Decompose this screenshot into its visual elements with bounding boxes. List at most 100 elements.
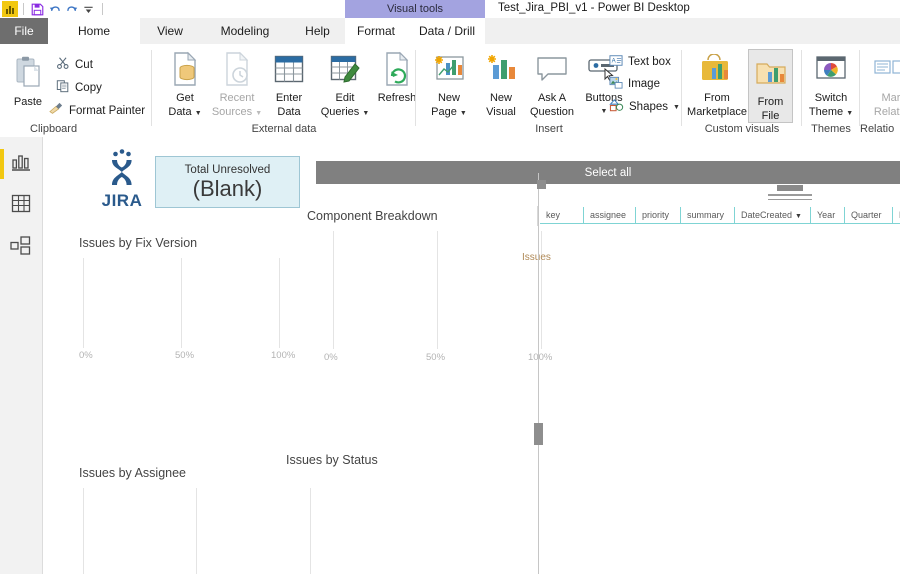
table-header-row: key assignee priority summary DateCreate…: [540, 206, 900, 224]
relationships-icon: [864, 48, 900, 90]
group-label-clipboard: Clipboard: [30, 123, 78, 135]
new-page-button[interactable]: New Page ▼: [422, 48, 476, 120]
ask-a-question-label-1: Ask A: [537, 92, 567, 104]
copy-button[interactable]: Copy: [56, 79, 102, 96]
table-column-datecreated[interactable]: DateCreated ▼: [735, 207, 811, 224]
group-label-insert: Insert: [535, 123, 563, 135]
new-visual-button[interactable]: New Visual: [474, 48, 528, 118]
table-column-quarter[interactable]: Quarter: [845, 207, 893, 224]
get-data-button[interactable]: Get Data ▼: [158, 48, 212, 120]
tab-view[interactable]: View: [140, 18, 200, 44]
table-grid-icon: [11, 194, 31, 218]
image-button[interactable]: Image: [609, 76, 660, 92]
new-visual-label-2: Visual: [486, 106, 516, 118]
from-file-button[interactable]: From File: [748, 49, 793, 123]
table-column-assignee[interactable]: assignee: [584, 207, 636, 224]
text-box-label: Text box: [628, 56, 671, 68]
group-label-external-data: External data: [251, 123, 317, 135]
recent-sources-button[interactable]: Recent Sources ▼: [210, 48, 264, 120]
cut-button[interactable]: Cut: [56, 56, 93, 73]
from-file-label-2: File: [761, 110, 780, 122]
sort-descending-icon[interactable]: ▼: [795, 213, 802, 220]
customize-toolbar-icon[interactable]: [80, 1, 97, 18]
manage-relationships-button[interactable]: Mar Relatio: [864, 48, 900, 118]
table-header-tab: [777, 185, 803, 191]
issues-table-visual[interactable]: key assignee priority summary DateCreate…: [537, 185, 900, 574]
marketplace-bag-icon: [686, 48, 748, 90]
paste-button[interactable]: Paste: [4, 52, 52, 108]
title-bar: Visual tools Test_Jira_PBI_v1 - Power BI…: [0, 0, 900, 18]
speech-bubble-icon: [522, 48, 582, 90]
jira-wordmark: JIRA: [101, 191, 143, 210]
window-title: Test_Jira_PBI_v1 - Power BI Desktop: [498, 2, 690, 14]
component-breakdown-chart[interactable]: Component Breakdown 0% 50% 100% Issues: [307, 209, 552, 369]
switch-theme-label-1: Switch: [814, 92, 848, 104]
ribbon-group-custom-visuals: From Marketplace From File Custom visual…: [682, 44, 802, 137]
table-column-summary[interactable]: summary: [681, 207, 735, 224]
tab-home[interactable]: Home: [48, 18, 140, 44]
issues-by-status-chart[interactable]: Issues by Status: [286, 453, 486, 573]
ask-a-question-label-2: Question: [529, 106, 575, 118]
plot-area: [309, 231, 542, 349]
tab-help[interactable]: Help: [290, 18, 345, 44]
switch-theme-button[interactable]: Switch Theme ▼: [804, 48, 858, 120]
image-icon: [609, 76, 623, 92]
table-column-month[interactable]: Month: [893, 207, 900, 224]
ribbon-group-relationships: Mar Relatio Relatio: [860, 44, 900, 137]
text-box-button[interactable]: A Text box: [609, 54, 671, 70]
tab-format[interactable]: Format: [345, 18, 407, 44]
tab-modeling[interactable]: Modeling: [200, 18, 290, 44]
group-label-custom-visuals: Custom visuals: [704, 123, 780, 135]
database-page-icon: [158, 48, 212, 90]
shapes-button[interactable]: Shapes ▼: [609, 99, 680, 115]
clock-page-icon: [210, 48, 264, 90]
save-icon[interactable]: [29, 1, 46, 18]
ribbon: Paste Cut Copy Format Painter Clipboard …: [0, 44, 900, 138]
gridline: [83, 258, 84, 348]
chevron-down-icon: ▼: [673, 103, 680, 111]
redo-icon[interactable]: [63, 1, 80, 18]
get-data-label-2: Data: [168, 106, 192, 118]
gridline: [279, 258, 280, 348]
table-column-priority[interactable]: priority: [636, 207, 681, 224]
group-label-relationships: Relatio: [860, 123, 895, 135]
new-visual-icon: [474, 48, 528, 90]
manage-relationships-label-1: Mar: [881, 92, 900, 104]
cut-label: Cut: [75, 58, 93, 71]
powerbi-logo-icon: [2, 1, 18, 17]
divider: [537, 206, 538, 226]
total-unresolved-card[interactable]: Total Unresolved (Blank): [155, 156, 300, 208]
folder-visual-icon: [749, 52, 792, 94]
power-bi-desktop-window: Visual tools Test_Jira_PBI_v1 - Power BI…: [0, 0, 900, 574]
edit-queries-label-1: Edit: [335, 92, 355, 104]
paintbrush-icon: [48, 102, 64, 119]
visual-title: Component Breakdown: [307, 209, 438, 223]
enter-data-button[interactable]: Enter Data: [262, 48, 316, 118]
issues-by-assignee-chart[interactable]: Issues by Assignee: [79, 466, 311, 574]
select-all-slicer[interactable]: Select all: [316, 161, 900, 184]
edit-queries-button[interactable]: Edit Queries ▼: [318, 48, 372, 120]
report-view-button[interactable]: [0, 143, 42, 185]
table-column-key[interactable]: key: [540, 207, 584, 224]
report-canvas[interactable]: JIRA Total Unresolved (Blank) Select all…: [43, 137, 900, 574]
from-marketplace-button[interactable]: From Marketplace: [686, 48, 748, 118]
group-label-themes: Themes: [811, 123, 851, 135]
undo-icon[interactable]: [46, 1, 63, 18]
ask-a-question-button[interactable]: Ask A Question: [522, 48, 582, 118]
format-painter-button[interactable]: Format Painter: [48, 102, 145, 119]
paste-label: Paste: [13, 96, 43, 108]
data-view-button[interactable]: [0, 185, 42, 227]
table-column-year[interactable]: Year: [811, 207, 845, 224]
tab-file[interactable]: File: [0, 18, 48, 44]
tab-data-drill[interactable]: Data / Drill: [407, 18, 487, 44]
axis-tick-0: 0%: [324, 352, 338, 363]
enter-data-label-2: Data: [277, 106, 301, 118]
scissors-icon: [56, 56, 70, 73]
image-label: Image: [628, 78, 660, 90]
issues-by-fix-version-chart[interactable]: Issues by Fix Version 0% 50% 100%: [79, 236, 295, 368]
visual-title: Issues by Status: [286, 453, 378, 467]
drag-handle-icon[interactable]: [768, 194, 812, 203]
text-box-icon: A: [609, 54, 623, 70]
clipboard-icon: [4, 52, 52, 94]
model-view-button[interactable]: [0, 227, 42, 269]
